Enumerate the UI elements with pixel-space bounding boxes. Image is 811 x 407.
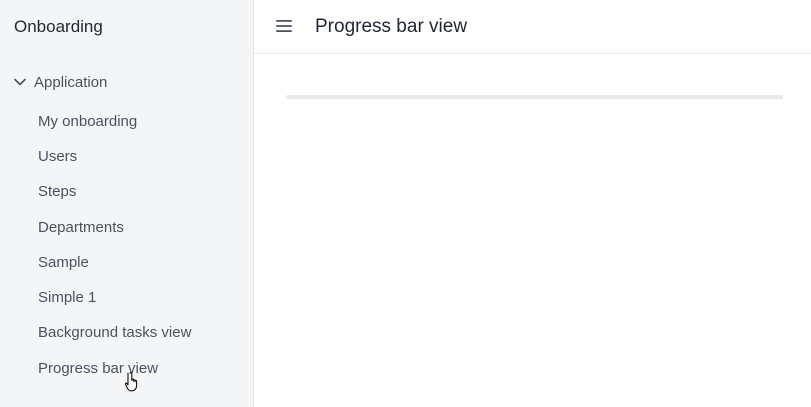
sidebar-group-label: Application — [34, 73, 108, 91]
sidebar-item-departments[interactable]: Departments — [38, 219, 124, 236]
progress-bar — [286, 95, 783, 99]
sidebar-item-sample[interactable]: Sample — [38, 254, 89, 271]
app-title: Onboarding — [14, 17, 103, 36]
page-title: Progress bar view — [315, 16, 468, 37]
sidebar-item-users[interactable]: Users — [38, 148, 77, 165]
main-header: Progress bar view — [254, 0, 811, 54]
sidebar-item-steps[interactable]: Steps — [38, 183, 76, 200]
chevron-down-icon — [14, 78, 26, 86]
sidebar-item-my-onboarding[interactable]: My onboarding — [38, 113, 137, 130]
sidebar-group-application[interactable]: Application — [12, 72, 107, 92]
sidebar-item-simple-1[interactable]: Simple 1 — [38, 289, 96, 306]
hamburger-menu-icon[interactable] — [275, 17, 293, 35]
hand-pointer-cursor-icon — [125, 371, 138, 392]
app-window: Onboarding Application My onboarding Use… — [0, 0, 811, 407]
sidebar-item-background-tasks-view[interactable]: Background tasks view — [38, 324, 191, 341]
sidebar: Onboarding Application My onboarding Use… — [0, 0, 254, 407]
